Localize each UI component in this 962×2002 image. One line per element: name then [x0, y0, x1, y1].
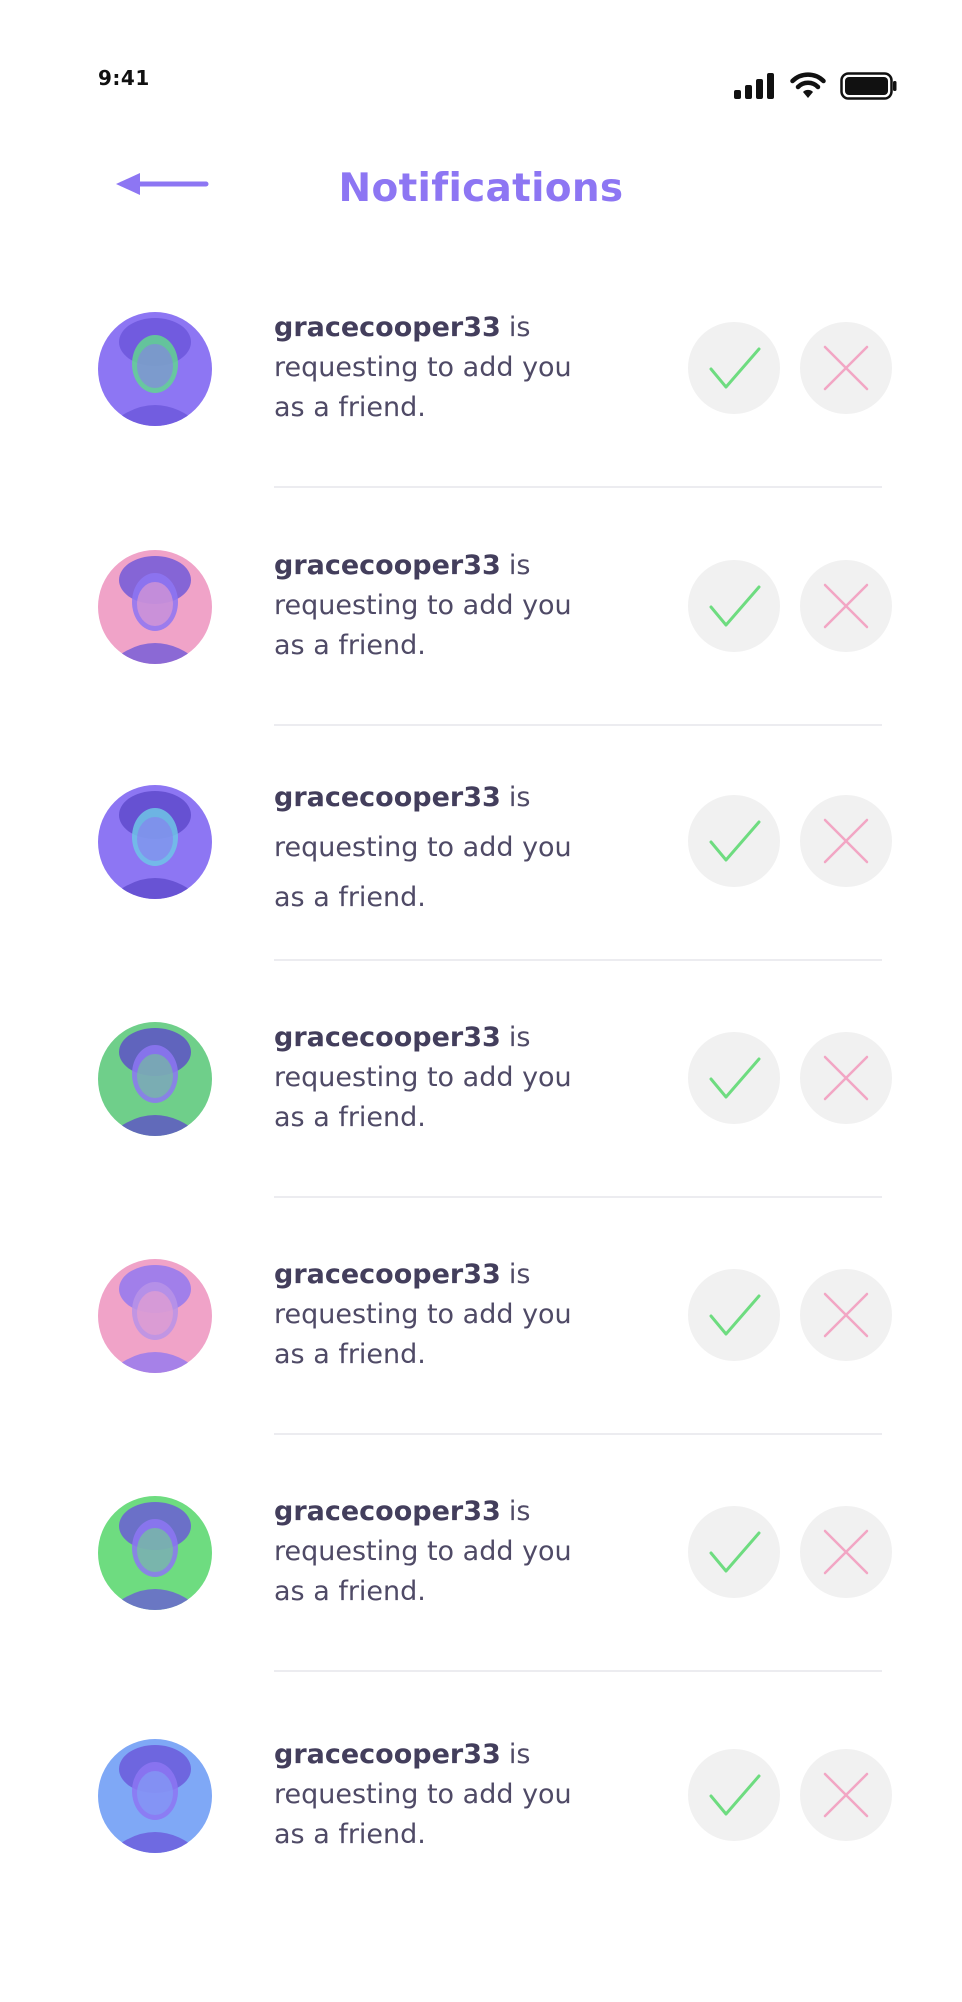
username-link[interactable]: gracecooper33: [274, 550, 501, 581]
decline-button[interactable]: [800, 1032, 892, 1124]
message-line-1: gracecooper33 is: [274, 1492, 614, 1532]
divider: [274, 1196, 882, 1198]
notification-row: gracecooper33 is requesting to add you as a…: [0, 1022, 962, 1258]
accept-button[interactable]: [688, 1506, 780, 1598]
accept-button[interactable]: [688, 1749, 780, 1841]
avatar[interactable]: [98, 1496, 212, 1610]
message-line-2: requesting to add you: [274, 1062, 572, 1093]
avatar[interactable]: [98, 785, 212, 899]
message-line-1: gracecooper33 is: [274, 546, 614, 586]
message-line-2: requesting to add you: [274, 832, 572, 863]
message-suffix: is: [508, 312, 531, 343]
notification-message: gracecooper33 is requesting to add you as a…: [274, 546, 614, 666]
cellular-signal-icon: [734, 73, 774, 99]
avatar[interactable]: [98, 1259, 212, 1373]
message-line-3: as a friend.: [274, 1819, 426, 1850]
check-icon: [709, 1294, 761, 1336]
message-suffix: is: [508, 782, 531, 813]
username-link[interactable]: gracecooper33: [274, 782, 501, 813]
message-line-1: gracecooper33 is: [274, 1735, 614, 1775]
divider: [274, 486, 882, 488]
message-line-2: requesting to add you: [274, 352, 572, 383]
decline-button[interactable]: [800, 795, 892, 887]
message-line-2: requesting to add you: [274, 1299, 572, 1330]
close-icon: [823, 1292, 869, 1338]
header: Notifications: [0, 150, 962, 230]
avatar[interactable]: [98, 312, 212, 426]
accept-button[interactable]: [688, 322, 780, 414]
check-icon: [709, 1774, 761, 1816]
divider: [274, 959, 882, 961]
close-icon: [823, 1529, 869, 1575]
message-line-2: requesting to add you: [274, 1779, 572, 1810]
check-icon: [709, 585, 761, 627]
divider: [274, 724, 882, 726]
status-bar: 9:41: [0, 0, 962, 110]
accept-button[interactable]: [688, 1032, 780, 1124]
decline-button[interactable]: [800, 1749, 892, 1841]
notification-row: gracecooper33 is requesting to add you as a…: [0, 550, 962, 786]
notification-message: gracecooper33 is requesting to add you as a…: [274, 1255, 614, 1375]
username-link[interactable]: gracecooper33: [274, 1739, 501, 1770]
status-time: 9:41: [98, 66, 150, 90]
notification-row: gracecooper33 is requesting to add you as a…: [0, 1496, 962, 1732]
avatar[interactable]: [98, 1022, 212, 1136]
message-line-3: as a friend.: [274, 882, 426, 913]
username-link[interactable]: gracecooper33: [274, 1496, 501, 1527]
avatar[interactable]: [98, 1739, 212, 1853]
notification-message: gracecooper33 is requesting to add you as a…: [274, 308, 614, 428]
divider: [274, 1670, 882, 1672]
notification-row: gracecooper33 is requesting to add you as a…: [0, 1259, 962, 1495]
check-icon: [709, 1057, 761, 1099]
close-icon: [823, 583, 869, 629]
message-line-3: as a friend.: [274, 1339, 426, 1370]
message-suffix: is: [508, 1259, 531, 1290]
notification-message: gracecooper33 is requesting to add you as a…: [274, 773, 614, 923]
close-icon: [823, 345, 869, 391]
message-suffix: is: [508, 550, 531, 581]
username-link[interactable]: gracecooper33: [274, 1022, 501, 1053]
notification-row: gracecooper33 is requesting to add you as a…: [0, 782, 962, 1021]
check-icon: [709, 1531, 761, 1573]
decline-button[interactable]: [800, 322, 892, 414]
message-suffix: is: [508, 1022, 531, 1053]
username-link[interactable]: gracecooper33: [274, 312, 501, 343]
notification-row: gracecooper33 is requesting to add you as a…: [0, 312, 962, 548]
message-suffix: is: [508, 1496, 531, 1527]
close-icon: [823, 1055, 869, 1101]
divider: [274, 1433, 882, 1435]
message-suffix: is: [508, 1739, 531, 1770]
message-line-2: requesting to add you: [274, 1536, 572, 1567]
accept-button[interactable]: [688, 560, 780, 652]
username-link[interactable]: gracecooper33: [274, 1259, 501, 1290]
message-line-1: gracecooper33 is: [274, 308, 614, 348]
message-line-3: as a friend.: [274, 630, 426, 661]
message-line-3: as a friend.: [274, 1576, 426, 1607]
status-icons: [734, 72, 898, 100]
notification-message: gracecooper33 is requesting to add you as a…: [274, 1492, 614, 1612]
notification-message: gracecooper33 is requesting to add you as a…: [274, 1018, 614, 1138]
avatar[interactable]: [98, 550, 212, 664]
notification-message: gracecooper33 is requesting to add you as a…: [274, 1735, 614, 1855]
decline-button[interactable]: [800, 560, 892, 652]
check-icon: [709, 347, 761, 389]
message-line-3: as a friend.: [274, 392, 426, 423]
close-icon: [823, 1772, 869, 1818]
page-title: Notifications: [338, 166, 624, 211]
battery-icon: [840, 72, 897, 100]
accept-button[interactable]: [688, 1269, 780, 1361]
wifi-icon: [790, 72, 826, 98]
message-line-1: gracecooper33 is: [274, 1255, 614, 1295]
notification-row: gracecooper33 is requesting to add you as a…: [0, 1739, 962, 1975]
decline-button[interactable]: [800, 1506, 892, 1598]
message-line-1: gracecooper33 is: [274, 773, 614, 823]
message-line-1: gracecooper33 is: [274, 1018, 614, 1058]
message-line-2: requesting to add you: [274, 590, 572, 621]
check-icon: [709, 820, 761, 862]
close-icon: [823, 818, 869, 864]
accept-button[interactable]: [688, 795, 780, 887]
message-line-3: as a friend.: [274, 1102, 426, 1133]
decline-button[interactable]: [800, 1269, 892, 1361]
